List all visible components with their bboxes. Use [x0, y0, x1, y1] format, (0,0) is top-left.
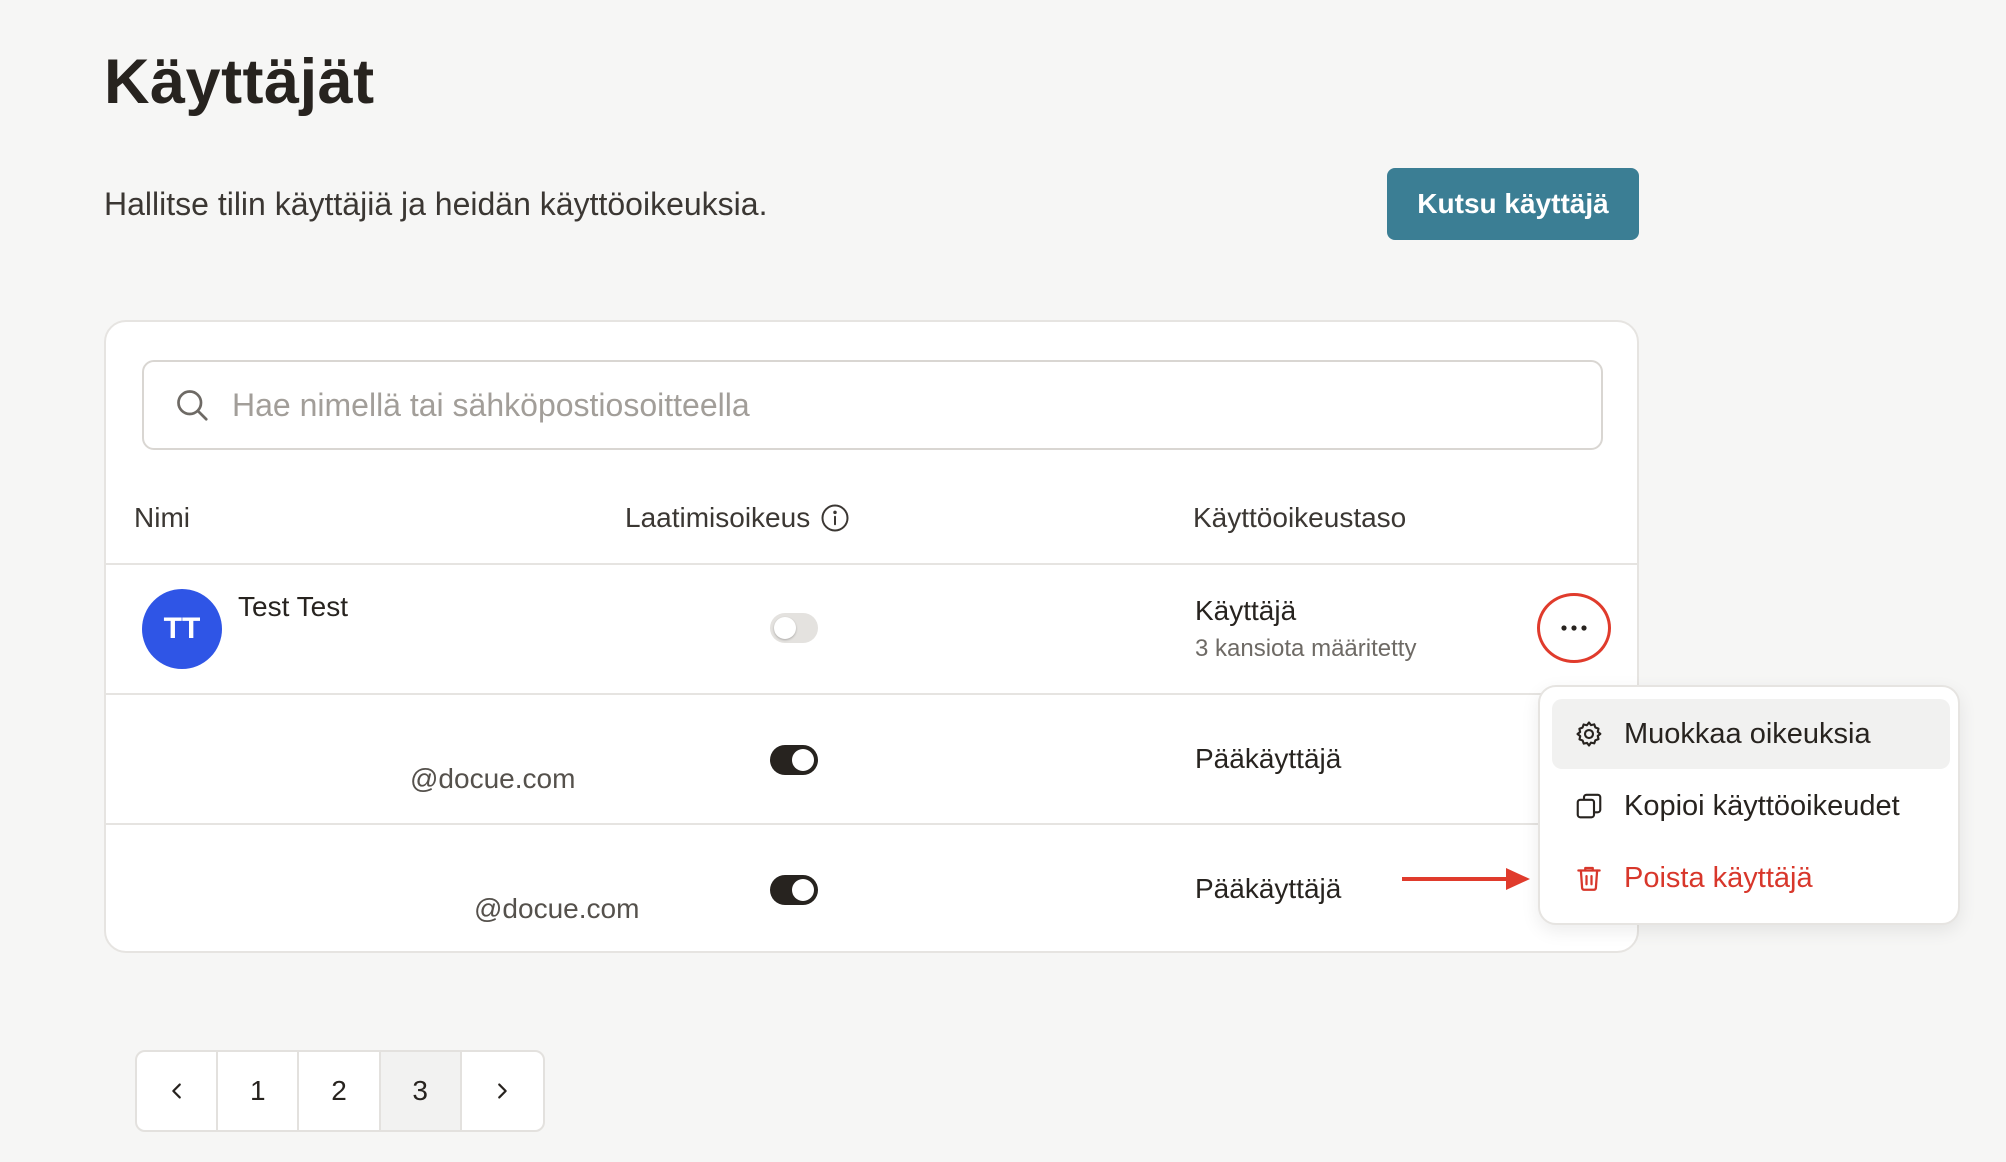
toggle-knob [774, 617, 796, 639]
pagination-page-2[interactable]: 2 [299, 1052, 381, 1130]
user-email: @docue.com [410, 763, 576, 794]
users-card: Nimi Laatimisoikeus Käyttöoikeustaso TT … [104, 320, 1639, 953]
column-header-access-level-label: Käyttöoikeustaso [1193, 502, 1407, 533]
column-header-create-right: Laatimisoikeus [625, 502, 850, 534]
search-box[interactable] [142, 360, 1603, 450]
row-actions-button[interactable] [1537, 593, 1611, 663]
column-header-access-level: Käyttöoikeustaso [1193, 502, 1406, 534]
user-email: @docue.com [474, 893, 640, 924]
search-icon [177, 390, 208, 421]
pagination-page-1[interactable]: 1 [218, 1052, 300, 1130]
menu-item-label: Kopioi käyttöoikeudet [1624, 789, 1900, 822]
gear-icon [1576, 721, 1602, 747]
row-actions-menu: Muokkaa oikeuksia Kopioi käyttöoikeudet … [1538, 685, 1960, 925]
create-right-toggle[interactable] [770, 875, 818, 905]
more-horizontal-icon [1561, 625, 1587, 631]
create-right-toggle[interactable] [770, 613, 818, 643]
user-name: Test Test [238, 591, 348, 622]
chevron-right-icon [498, 1083, 508, 1099]
toggle-knob [792, 879, 814, 901]
column-header-name-label: Nimi [134, 502, 190, 533]
chevron-left-icon [171, 1083, 181, 1099]
annotation-arrow-icon [1402, 868, 1530, 890]
pagination: 1 2 3 [135, 1050, 545, 1132]
access-level-detail: 3 kansiota määritetty [1195, 635, 1417, 662]
menu-item-label: Muokkaa oikeuksia [1624, 717, 1871, 750]
column-header-name: Nimi [134, 502, 190, 534]
page-subtitle: Hallitse tilin käyttäjiä ja heidän käytt… [104, 186, 768, 222]
avatar: TT [142, 589, 222, 669]
info-icon[interactable] [820, 503, 850, 533]
access-level: Pääkäyttäjä [1195, 873, 1342, 904]
invite-user-button[interactable]: Kutsu käyttäjä [1387, 168, 1639, 240]
menu-item-label: Poista käyttäjä [1624, 861, 1813, 894]
create-right-toggle[interactable] [770, 745, 818, 775]
trash-icon [1577, 866, 1601, 891]
search-input[interactable] [232, 386, 1532, 424]
menu-item-delete-user[interactable]: Poista käyttäjä [1552, 843, 1950, 913]
pagination-page-3[interactable]: 3 [380, 1052, 462, 1130]
table-row[interactable]: @docue.com Pääkäyttäjä [106, 693, 1637, 823]
toggle-knob [792, 749, 814, 771]
pagination-prev-button[interactable] [137, 1052, 219, 1130]
page-title: Käyttäjät [104, 47, 375, 117]
pagination-next-button[interactable] [462, 1052, 543, 1130]
column-header-create-right-label: Laatimisoikeus [625, 502, 811, 533]
menu-item-edit-permissions[interactable]: Muokkaa oikeuksia [1552, 699, 1950, 769]
menu-item-copy-permissions[interactable]: Kopioi käyttöoikeudet [1552, 771, 1950, 841]
table-row[interactable]: TT Test Test Käyttäjä 3 kansiota määrite… [106, 563, 1637, 693]
access-level: Käyttäjä [1195, 595, 1297, 626]
access-level: Pääkäyttäjä [1195, 743, 1342, 774]
copy-icon [1576, 793, 1602, 819]
